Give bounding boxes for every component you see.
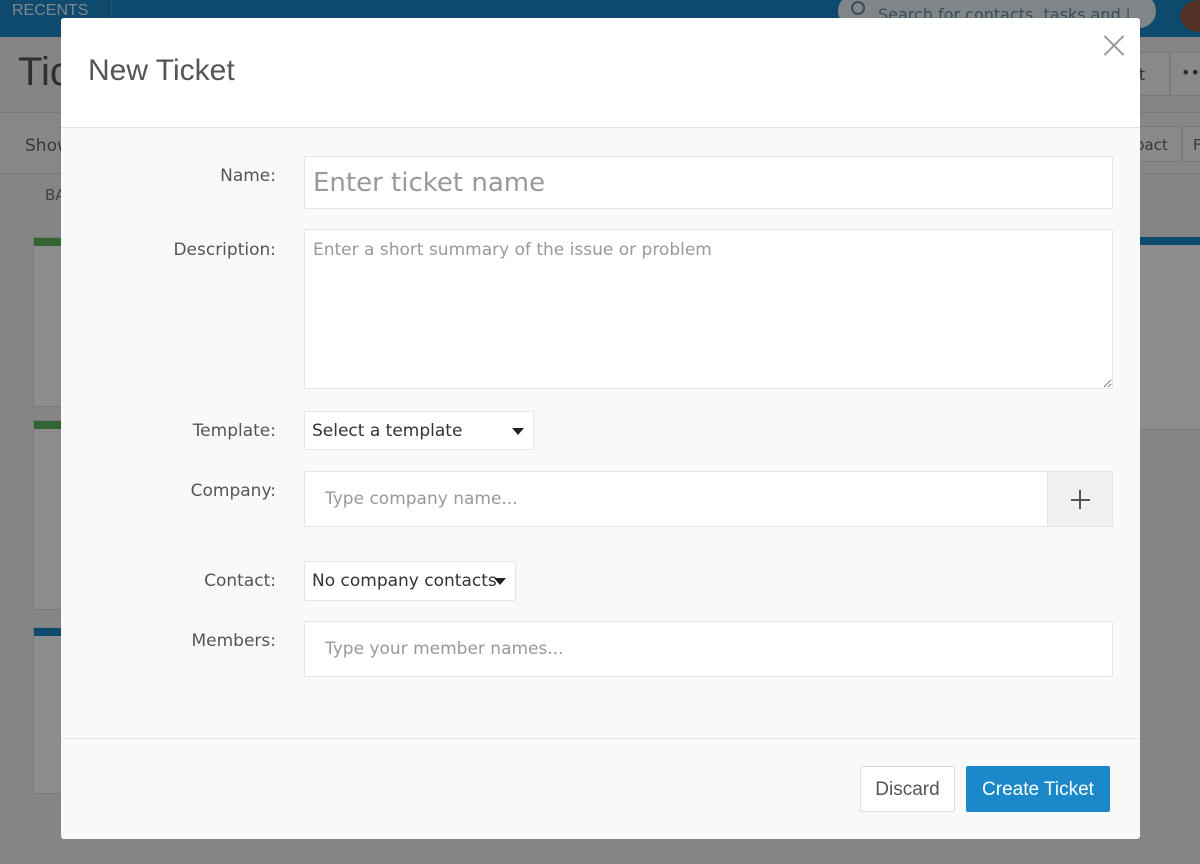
discard-button[interactable]: Discard	[860, 766, 955, 812]
template-select-value: Select a template	[312, 421, 463, 441]
new-ticket-dialog: New Ticket Name: Description: Template: …	[61, 18, 1140, 839]
plus-icon-vertical	[1079, 490, 1081, 509]
ticket-name-input[interactable]	[304, 156, 1113, 209]
template-select[interactable]: Select a template	[304, 411, 534, 450]
description-textarea[interactable]	[304, 229, 1113, 389]
close-icon[interactable]	[1101, 32, 1127, 58]
create-ticket-button[interactable]: Create Ticket	[966, 766, 1110, 812]
contact-select-value: No company contacts	[312, 571, 497, 591]
description-label: Description:	[173, 240, 276, 260]
contact-label: Contact:	[204, 571, 276, 591]
name-label: Name:	[220, 166, 276, 186]
company-input[interactable]	[304, 471, 1047, 527]
add-company-button[interactable]	[1047, 471, 1113, 527]
template-label: Template:	[192, 421, 276, 441]
company-label: Company:	[190, 481, 276, 501]
contact-select[interactable]: No company contacts	[304, 561, 516, 601]
dialog-title: New Ticket	[88, 54, 235, 87]
members-label: Members:	[191, 631, 276, 651]
caret-down-icon	[494, 578, 506, 585]
dialog-header: New Ticket	[61, 18, 1140, 128]
caret-down-icon	[512, 428, 524, 435]
members-input[interactable]	[304, 621, 1113, 677]
